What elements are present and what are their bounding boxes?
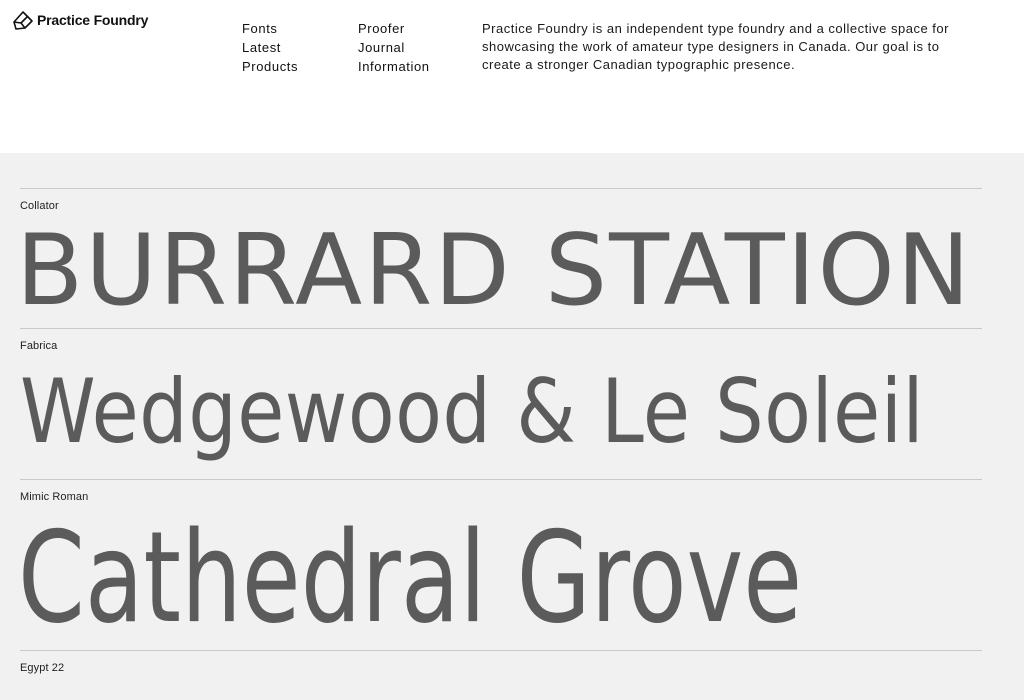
nav-products[interactable]: Products [242,57,298,76]
specimen-mimic-roman[interactable]: Mimic Roman Cathedral Grove [20,479,982,650]
specimen-sample-text: BURRARD STATION [20,214,973,328]
nav-proofer[interactable]: Proofer [358,19,430,38]
pencil-cube-icon [12,9,34,31]
nav-information[interactable]: Information [358,57,430,76]
nav-latest[interactable]: Latest [242,38,298,57]
primary-nav-column-2: Proofer Journal Information [358,19,430,76]
site-name: Practice Foundry [37,12,149,28]
site-header: Practice Foundry Fonts Latest Products P… [0,0,1024,153]
nav-fonts[interactable]: Fonts [242,19,298,38]
specimen-sample-text: Wedgewood & Le Soleil [20,360,925,463]
specimen-sample-text: Cathedral Grove [20,504,803,650]
specimen-font-name[interactable]: Mimic Roman [20,491,982,503]
specimen-list: Collator BURRARD STATION Fabrica Wedgewo… [0,153,1024,700]
primary-nav-column-1: Fonts Latest Products [242,19,298,76]
nav-journal[interactable]: Journal [358,38,430,57]
specimen-fabrica[interactable]: Fabrica Wedgewood & Le Soleil [20,328,982,479]
specimen-font-name[interactable]: Fabrica [20,340,982,352]
specimen-egypt-22[interactable]: Egypt 22 [20,650,982,700]
about-blurb: Practice Foundry is an independent type … [482,21,949,72]
site-logo-link[interactable]: Practice Foundry [12,9,148,31]
specimen-font-name[interactable]: Collator [20,200,982,212]
specimen-collator[interactable]: Collator BURRARD STATION [20,188,982,328]
specimen-font-name[interactable]: Egypt 22 [20,662,982,674]
